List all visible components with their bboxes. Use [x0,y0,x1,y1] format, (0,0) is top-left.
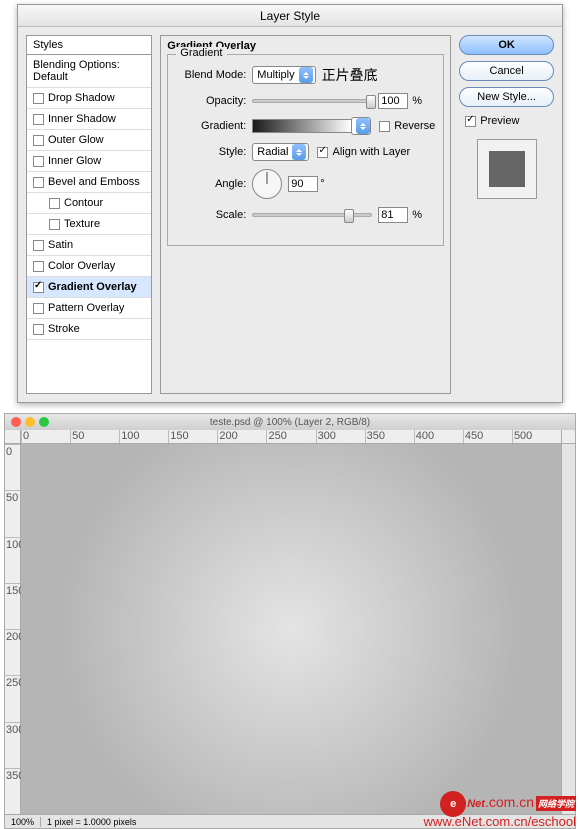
fieldset-label: Gradient [176,47,226,59]
watermark: eNet.com.cn 网络学院 www.eNet.com.cn/eschool [0,791,580,829]
style-item-inner-shadow[interactable]: Inner Shadow [27,109,151,130]
style-item-bevel-and-emboss[interactable]: Bevel and Emboss [27,172,151,193]
gradient-label: Gradient: [176,120,246,132]
styles-list: Blending Options: Default Drop Shadow Inn… [26,54,152,394]
canvas-area: 050100150200250300350 [5,444,575,814]
preview-checkbox[interactable] [465,116,476,127]
reverse-checkbox[interactable] [379,121,390,132]
style-item-label: Bevel and Emboss [48,176,140,188]
opacity-label: Opacity: [176,95,246,107]
ok-button[interactable]: OK [459,35,554,55]
scale-input[interactable] [378,207,408,223]
style-item-outer-glow[interactable]: Outer Glow [27,130,151,151]
layer-style-dialog: Layer Style Styles Blending Options: Def… [17,4,563,403]
scale-unit: % [412,209,422,221]
style-checkbox[interactable] [33,240,44,251]
style-item-label: Satin [48,239,73,251]
blend-mode-row: Blend Mode: Multiply 正片叠底 [176,65,435,85]
styles-header[interactable]: Styles [26,35,152,54]
angle-input[interactable] [288,176,318,192]
style-label: Style: [176,146,246,158]
preview-toggle[interactable]: Preview [459,115,554,127]
align-checkbox[interactable] [317,147,328,158]
style-item-gradient-overlay[interactable]: Gradient Overlay [27,277,151,298]
style-item-inner-glow[interactable]: Inner Glow [27,151,151,172]
style-item-color-overlay[interactable]: Color Overlay [27,256,151,277]
style-checkbox[interactable] [33,114,44,125]
canvas[interactable] [21,444,561,814]
styles-panel: Styles Blending Options: Default Drop Sh… [26,35,152,394]
document-window: teste.psd @ 100% (Layer 2, RGB/8) 050100… [4,413,576,829]
style-checkbox[interactable] [49,219,60,230]
style-item-drop-shadow[interactable]: Drop Shadow [27,88,151,109]
watermark-url: www.eNet.com.cn/eschool [0,814,576,829]
gradient-dropdown[interactable] [351,117,371,135]
blending-options-row[interactable]: Blending Options: Default [27,55,151,88]
style-select[interactable]: Radial [252,143,309,161]
gradient-row: Gradient: Reverse [176,117,435,135]
gradient-swatch[interactable] [252,119,352,133]
reverse-label: Reverse [394,120,435,132]
ruler-horizontal[interactable]: 050100150200250300350400450500 [21,430,561,444]
style-item-stroke[interactable]: Stroke [27,319,151,340]
window-titlebar: teste.psd @ 100% (Layer 2, RGB/8) [5,414,575,430]
style-item-label: Inner Shadow [48,113,116,125]
angle-label: Angle: [176,178,246,190]
blend-mode-label: Blend Mode: [176,69,246,81]
style-item-label: Drop Shadow [48,92,115,104]
dialog-body: Styles Blending Options: Default Drop Sh… [18,27,562,402]
style-item-pattern-overlay[interactable]: Pattern Overlay [27,298,151,319]
angle-unit: ° [320,178,324,190]
style-item-label: Texture [64,218,100,230]
style-item-label: Outer Glow [48,134,104,146]
select-arrows-icon [356,118,370,134]
gradient-overlay-panel: Gradient Overlay Gradient Blend Mode: Mu… [160,35,451,394]
style-checkbox[interactable] [33,261,44,272]
style-checkbox[interactable] [49,198,60,209]
ruler-origin[interactable] [5,430,21,444]
ruler-vertical[interactable]: 050100150200250300350 [5,444,21,814]
opacity-slider[interactable] [252,99,372,103]
opacity-row: Opacity: % [176,93,435,109]
style-item-label: Contour [64,197,103,209]
style-item-label: Inner Glow [48,155,101,167]
document-title: teste.psd @ 100% (Layer 2, RGB/8) [5,417,575,428]
opacity-input[interactable] [378,93,408,109]
style-checkbox[interactable] [33,156,44,167]
style-checkbox[interactable] [33,135,44,146]
blend-mode-select[interactable]: Multiply [252,66,315,84]
preview-label: Preview [480,115,519,127]
dialog-title: Layer Style [18,5,562,27]
scale-row: Scale: % [176,207,435,223]
style-item-label: Color Overlay [48,260,115,272]
angle-dial[interactable] [252,169,282,199]
style-row: Style: Radial Align with Layer [176,143,435,161]
style-checkbox[interactable] [33,177,44,188]
angle-row: Angle: ° [176,169,435,199]
style-item-contour[interactable]: Contour [27,193,151,214]
style-item-satin[interactable]: Satin [27,235,151,256]
select-arrows-icon [292,144,306,160]
gradient-fieldset: Gradient Blend Mode: Multiply 正片叠底 Opaci… [167,54,444,246]
scale-slider[interactable] [252,213,372,217]
cancel-button[interactable]: Cancel [459,61,554,81]
scrollbar-vertical[interactable] [561,444,575,814]
select-arrows-icon [299,67,313,83]
new-style-button[interactable]: New Style... [459,87,554,107]
style-checkbox[interactable] [33,282,44,293]
style-checkbox[interactable] [33,93,44,104]
style-item-label: Pattern Overlay [48,302,124,314]
scale-label: Scale: [176,209,246,221]
style-item-label: Gradient Overlay [48,281,137,293]
dialog-buttons: OK Cancel New Style... Preview [459,35,554,394]
preview-swatch [477,139,537,199]
align-label: Align with Layer [332,146,410,158]
style-checkbox[interactable] [33,324,44,335]
preview-inner [489,151,525,187]
style-item-texture[interactable]: Texture [27,214,151,235]
style-item-label: Stroke [48,323,80,335]
style-checkbox[interactable] [33,303,44,314]
blend-mode-annotation: 正片叠底 [322,65,378,85]
opacity-unit: % [412,95,422,107]
